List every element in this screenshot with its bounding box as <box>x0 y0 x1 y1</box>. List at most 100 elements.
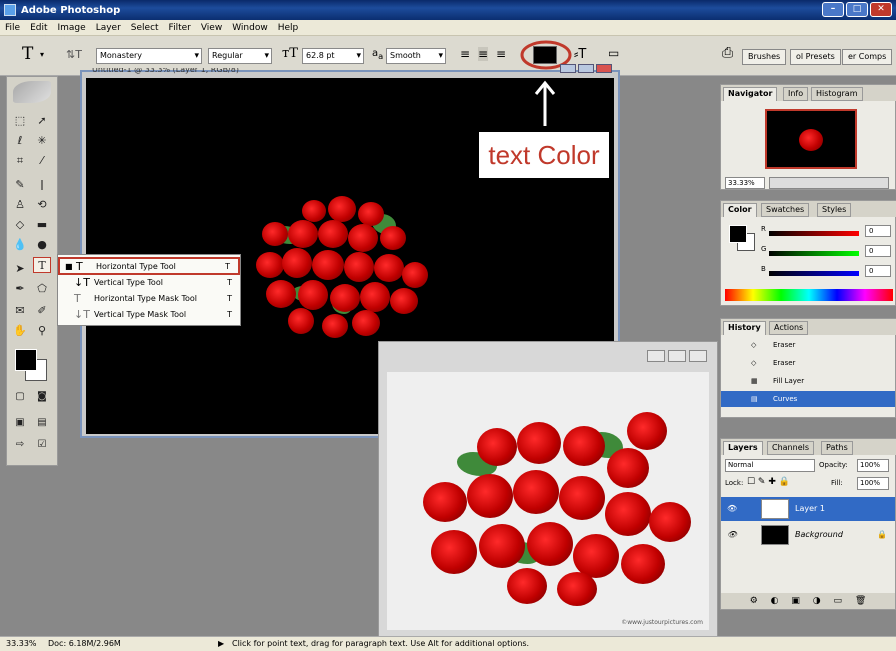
hand-tool-icon[interactable]: ✋ <box>11 323 29 339</box>
clone-stamp-icon[interactable]: ♙ <box>11 197 29 213</box>
navigator-zoom-field[interactable]: 33.33% <box>725 177 765 189</box>
tab-layer-comps[interactable]: er Comps <box>842 49 893 65</box>
eye-icon[interactable]: 👁 <box>727 497 737 521</box>
tab-channels[interactable]: Channels <box>767 441 815 455</box>
magic-wand-icon[interactable]: ✳ <box>33 133 51 149</box>
font-size-select[interactable]: 62.8 pt <box>302 48 364 64</box>
tab-history[interactable]: History <box>723 321 766 335</box>
pen-tool-icon[interactable]: ✒ <box>11 281 29 297</box>
gradient-tool-icon[interactable]: ▬ <box>33 217 51 233</box>
flyout-horizontal-type-mask-tool[interactable]: T Horizontal Type Mask Tool T <box>58 291 240 307</box>
palettes-toggle-icon[interactable]: ▭ <box>608 46 619 60</box>
path-select-icon[interactable]: ➤ <box>11 261 29 277</box>
blend-mode-select[interactable]: Normal <box>725 459 815 472</box>
font-family-select[interactable]: Monastery <box>96 48 202 64</box>
win2-maximize-button[interactable] <box>668 350 686 362</box>
eraser-tool-icon[interactable]: ◇ <box>11 217 29 233</box>
flyout-vertical-type-tool[interactable]: ↓T Vertical Type Tool T <box>58 275 240 291</box>
foreground-color-swatch[interactable] <box>15 349 37 371</box>
history-item-active[interactable]: ▤ Curves <box>721 391 895 407</box>
tab-styles[interactable]: Styles <box>817 203 852 217</box>
slice-tool-icon[interactable]: ⁄ <box>33 153 51 169</box>
channel-b-value[interactable]: 0 <box>865 265 891 277</box>
navigator-preview[interactable] <box>765 109 857 169</box>
maximize-button[interactable]: □ <box>846 2 868 17</box>
navigator-zoom-slider[interactable] <box>769 177 889 189</box>
status-zoom[interactable]: 33.33% <box>6 637 37 651</box>
tab-color[interactable]: Color <box>723 203 757 217</box>
move-tool-icon[interactable]: ➚ <box>33 113 51 129</box>
doc-close-button[interactable] <box>596 64 612 73</box>
flyout-vertical-type-mask-tool[interactable]: ↓T Vertical Type Mask Tool T <box>58 307 240 323</box>
zoom-tool-icon[interactable]: ⚲ <box>33 323 51 339</box>
tab-info[interactable]: Info <box>783 87 809 101</box>
marquee-tool-icon[interactable]: ⬚ <box>11 113 29 129</box>
text-orientation-icon[interactable]: ⇅T <box>66 48 82 61</box>
fill-field[interactable]: 100% <box>857 477 889 490</box>
channel-g-value[interactable]: 0 <box>865 245 891 257</box>
menu-select[interactable]: Select <box>126 23 164 33</box>
channel-r-value[interactable]: 0 <box>865 225 891 237</box>
notes-tool-icon[interactable]: ✉ <box>11 303 29 319</box>
tab-swatches[interactable]: Swatches <box>761 203 810 217</box>
align-center-icon[interactable]: ≡ <box>478 47 489 61</box>
jump-to-imageready-icon[interactable]: ⇨ <box>11 437 29 453</box>
eye-icon[interactable]: 👁 <box>727 523 737 547</box>
tab-paths[interactable]: Paths <box>821 441 853 455</box>
tab-actions[interactable]: Actions <box>769 321 809 335</box>
eyedropper-icon[interactable]: ✐ <box>33 303 51 319</box>
type-tool-preset-icon[interactable]: T <box>22 44 33 64</box>
color-spectrum-bar[interactable] <box>725 289 893 301</box>
doc-maximize-button[interactable] <box>578 64 594 73</box>
history-brush-icon[interactable]: ⟲ <box>33 197 51 213</box>
status-doc-size[interactable]: Doc: 6.18M/2.96M <box>48 637 121 651</box>
flyout-horizontal-type-tool[interactable]: ■ T Horizontal Type Tool T <box>58 257 240 275</box>
history-item[interactable]: ◇ Eraser <box>721 355 895 371</box>
standard-mode-icon[interactable]: ▢ <box>11 389 29 405</box>
history-item[interactable]: ◇ Eraser <box>721 337 895 353</box>
menu-edit[interactable]: Edit <box>25 23 52 33</box>
close-button[interactable]: ✕ <box>870 2 892 17</box>
blur-tool-icon[interactable]: 💧 <box>11 237 29 253</box>
screen-mode-icon[interactable]: ▣ <box>11 415 29 431</box>
tab-navigator[interactable]: Navigator <box>723 87 778 101</box>
checkbox-icon[interactable]: ☑ <box>33 437 51 453</box>
align-left-icon[interactable]: ≡ <box>460 47 470 61</box>
anti-alias-select[interactable]: Smooth <box>386 48 446 64</box>
lasso-tool-icon[interactable]: ℓ <box>11 133 29 149</box>
full-screen-mode-icon[interactable]: ▤ <box>33 415 51 431</box>
menu-file[interactable]: File <box>0 23 25 33</box>
crop-tool-icon[interactable]: ⌗ <box>11 153 29 169</box>
quick-mask-icon[interactable]: ◙ <box>33 389 51 405</box>
menu-view[interactable]: View <box>196 23 227 33</box>
minimize-button[interactable]: – <box>822 2 844 17</box>
align-right-icon[interactable]: ≡ <box>496 47 506 61</box>
shape-tool-icon[interactable]: ⬠ <box>33 281 51 297</box>
second-document-canvas[interactable]: ©www.justourpictures.com <box>387 372 709 630</box>
channel-r-slider[interactable] <box>769 231 859 236</box>
lock-icons[interactable]: ☐ ✎ ✚ 🔒 <box>747 477 790 487</box>
menu-help[interactable]: Help <box>273 23 304 33</box>
tab-layers[interactable]: Layers <box>723 441 763 455</box>
menu-image[interactable]: Image <box>53 23 91 33</box>
chevron-down-icon[interactable]: ▾ <box>40 50 44 59</box>
menu-window[interactable]: Window <box>227 23 273 33</box>
color-fg-swatch[interactable] <box>729 225 747 243</box>
tab-histogram[interactable]: Histogram <box>811 87 863 101</box>
channel-g-slider[interactable] <box>769 251 859 256</box>
font-style-select[interactable]: Regular <box>208 48 272 64</box>
play-icon[interactable]: ▶ <box>218 637 224 651</box>
healing-brush-icon[interactable]: ✎ <box>11 177 29 193</box>
warp-text-icon[interactable]: ⸗T <box>574 46 586 62</box>
win2-close-button[interactable] <box>689 350 707 362</box>
layer-row[interactable]: 👁 Background 🔒 <box>721 523 895 547</box>
opacity-field[interactable]: 100% <box>857 459 889 472</box>
win2-minimize-button[interactable] <box>647 350 665 362</box>
layers-footer-buttons[interactable]: ⚙ ◐ ▣ ◑ ▭ 🗑 <box>721 593 895 609</box>
menu-layer[interactable]: Layer <box>91 23 126 33</box>
tab-tool-presets[interactable]: ol Presets <box>790 49 841 65</box>
menu-filter[interactable]: Filter <box>164 23 196 33</box>
history-item[interactable]: ▦ Fill Layer <box>721 373 895 389</box>
dodge-tool-icon[interactable]: ● <box>33 237 51 253</box>
type-tool-icon[interactable]: T <box>33 257 51 273</box>
